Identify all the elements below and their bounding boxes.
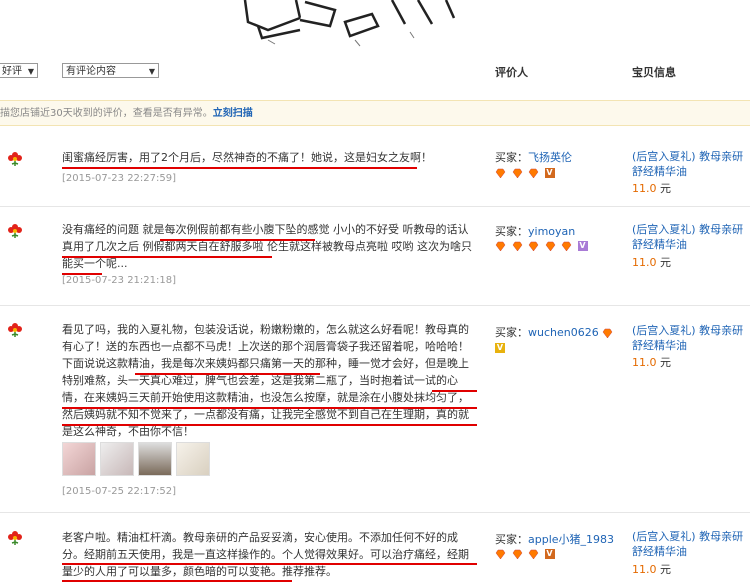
- review-photo-thumbnail[interactable]: [62, 442, 96, 476]
- product-price: 11.0 元: [632, 180, 671, 196]
- vip-badge-icon: V: [544, 549, 555, 559]
- review-text: 看见了吗，我的入夏礼物，包装没话说，粉嫩粉嫩的，怎么就这么好看呢！教母真的有心了…: [62, 323, 469, 438]
- product-price: 11.0 元: [632, 354, 671, 370]
- review-row: 看见了吗，我的入夏礼物，包装没话说，粉嫩粉嫩的，怎么就这么好看呢！教母真的有心了…: [0, 306, 750, 513]
- buyer-prefix: 买家：: [495, 225, 528, 238]
- diamond-icon: [512, 168, 522, 178]
- product-link[interactable]: (后宫入夏礼) 教母亲研舒经精华油: [632, 529, 747, 559]
- price-value: 11.0: [632, 563, 657, 576]
- vip-badge-icon: V: [495, 343, 505, 353]
- good-rating-flower-icon: [8, 531, 22, 545]
- diamond-icon: [528, 241, 539, 251]
- diamond-icon: [528, 549, 539, 559]
- price-unit: 元: [660, 563, 671, 576]
- buyer-info: 买家：yimoyan: [495, 223, 575, 239]
- scan-now-link[interactable]: 立刻扫描: [213, 108, 253, 119]
- chevron-down-icon: ▼: [148, 67, 155, 76]
- content-filter-value: 有评论内容: [66, 66, 116, 77]
- highlight-underline: [62, 580, 292, 582]
- good-rating-flower-icon: [8, 224, 22, 238]
- buyer-credit-badges: V: [495, 341, 505, 355]
- highlight-underline: [135, 373, 320, 375]
- price-value: 11.0: [632, 356, 657, 369]
- review-date: [2015-07-23 22:27:59]: [62, 173, 177, 184]
- diamond-icon: [512, 241, 522, 251]
- filter-bar: 好评 ▼ 有评论内容 ▼ 评价人 宝贝信息: [0, 55, 750, 95]
- rating-filter-value: 好评: [2, 66, 22, 77]
- vip-badge-icon: V: [577, 241, 588, 251]
- product-price: 11.0 元: [632, 561, 671, 577]
- buyer-credit-badges: V: [495, 239, 588, 253]
- vip-badge-icon: V: [544, 168, 555, 178]
- review-row: 闺蜜痛经厉害，用了2个月后，尽然神奇的不痛了！她说，这是妇女之友啊！ [2015…: [0, 140, 750, 207]
- product-link[interactable]: (后宫入夏礼) 教母亲研舒经精华油: [632, 323, 747, 353]
- banner-drawing: [243, 0, 456, 47]
- notice-text: 描您店铺近30天收到的评价，查看是否有异常。: [0, 108, 213, 119]
- review-row: 老客户啦。精油杠杆滴。教母亲研的产品妥妥滴，安心使用。不添加任何不好的成分。经期…: [0, 513, 750, 583]
- column-header-reviewer: 评价人: [495, 66, 528, 79]
- buyer-name-link[interactable]: wuchen0626: [528, 326, 599, 339]
- review-date: [2015-07-23 21:21:18]: [62, 275, 177, 286]
- price-unit: 元: [660, 256, 671, 269]
- buyer-prefix: 买家：: [495, 533, 528, 546]
- buyer-name-link[interactable]: yimoyan: [528, 225, 575, 238]
- highlight-underline: [62, 563, 477, 565]
- review-row: 没有痛经的问题 就是每次例假前都有些小腹下坠的感觉 小小的不好受 听教母的话认真…: [0, 207, 750, 306]
- buyer-info: 买家：飞扬英伦: [495, 149, 572, 165]
- chevron-down-icon: ▼: [27, 67, 34, 76]
- highlight-underline: [62, 424, 477, 426]
- buyer-info: 买家：wuchen0626: [495, 324, 615, 340]
- buyer-info: 买家：apple小猪_1983: [495, 531, 614, 547]
- rating-filter-select[interactable]: 好评 ▼: [0, 63, 38, 78]
- diamond-icon: [528, 168, 539, 178]
- diamond-icon: [495, 549, 506, 559]
- good-rating-flower-icon: [8, 323, 22, 337]
- banner-illustration: [0, 0, 750, 55]
- price-value: 11.0: [632, 182, 657, 195]
- price-value: 11.0: [632, 256, 657, 269]
- highlight-underline: [432, 390, 477, 392]
- review-text: 老客户啦。精油杠杆滴。教母亲研的产品妥妥滴，安心使用。不添加任何不好的成分。经期…: [62, 531, 469, 578]
- highlight-underline: [62, 256, 272, 258]
- highlight-underline: [160, 239, 315, 241]
- buyer-prefix: 买家：: [495, 151, 528, 164]
- diamond-icon: [561, 241, 572, 251]
- product-price: 11.0 元: [632, 254, 671, 270]
- review-text: 闺蜜痛经厉害，用了2个月后，尽然神奇的不痛了！她说，这是妇女之友啊！: [62, 151, 432, 164]
- review-date: [2015-07-25 22:17:52]: [62, 486, 177, 497]
- buyer-credit-badges: V: [495, 547, 555, 561]
- scan-notice: 描您店铺近30天收到的评价，查看是否有异常。立刻扫描: [0, 100, 750, 126]
- good-rating-flower-icon: [8, 152, 22, 166]
- buyer-name-link[interactable]: 飞扬英伦: [528, 151, 572, 164]
- diamond-icon: [545, 241, 555, 251]
- product-link[interactable]: (后宫入夏礼) 教母亲研舒经精华油: [632, 149, 747, 179]
- highlight-underline: [62, 167, 417, 169]
- column-header-item: 宝贝信息: [632, 66, 676, 79]
- review-photo-thumbnail[interactable]: [100, 442, 134, 476]
- buyer-prefix: 买家：: [495, 326, 528, 339]
- diamond-icon: [602, 328, 613, 338]
- highlight-underline: [62, 407, 477, 409]
- product-link[interactable]: (后宫入夏礼) 教母亲研舒经精华油: [632, 222, 747, 252]
- content-filter-select[interactable]: 有评论内容 ▼: [62, 63, 159, 78]
- buyer-credit-badges: V: [495, 166, 555, 180]
- review-photo-thumbnail[interactable]: [138, 442, 172, 476]
- review-photo-thumbnail[interactable]: [176, 442, 210, 476]
- price-unit: 元: [660, 356, 671, 369]
- price-unit: 元: [660, 182, 671, 195]
- diamond-icon: [495, 241, 506, 251]
- buyer-name-link[interactable]: apple小猪_1983: [528, 533, 614, 546]
- diamond-icon: [495, 168, 506, 178]
- diamond-icon: [512, 549, 522, 559]
- review-text: 没有痛经的问题 就是每次例假前都有些小腹下坠的感觉 小小的不好受 听教母的话认真…: [62, 223, 472, 270]
